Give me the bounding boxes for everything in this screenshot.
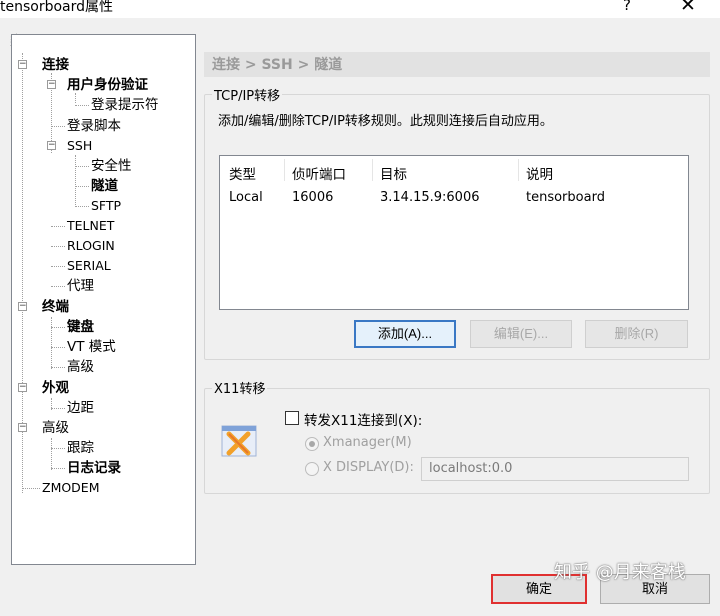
column-header-destination[interactable]: 目标	[380, 163, 407, 183]
tcpip-group-title: TCP/IP转移	[212, 85, 283, 104]
tree-item-terminal[interactable]: 终端	[42, 297, 69, 317]
tree-item-logging[interactable]: 日志记录	[67, 458, 121, 478]
xdisplay-label: X DISPLAY(D):	[323, 460, 414, 475]
tree-line	[75, 105, 89, 106]
tree-line	[51, 317, 52, 369]
tree-line	[51, 126, 65, 127]
tree-item-terminal-advanced[interactable]: 高级	[67, 357, 94, 377]
tree-item-ssh[interactable]: SSH	[67, 136, 92, 156]
column-header-listen-port[interactable]: 侦听端口	[292, 163, 346, 183]
xmanager-app-icon	[220, 422, 260, 460]
collapse-icon[interactable]: −	[47, 80, 56, 89]
edit-rule-button[interactable]: 编辑(E)...	[470, 320, 572, 348]
tree-line	[75, 155, 76, 207]
rule-port-cell[interactable]: 16006	[292, 190, 333, 205]
column-header-type[interactable]: 类型	[229, 163, 256, 183]
tree-item-login-script[interactable]: 登录脚本	[67, 116, 121, 136]
forwarding-rules-list[interactable]: 类型 侦听端口 目标 说明 Local 16006 3.14.15.9:6006…	[219, 155, 689, 310]
tree-item-tunneling[interactable]: 隧道	[91, 176, 118, 196]
tree-item-appearance[interactable]: 外观	[42, 378, 69, 398]
tree-item-trace[interactable]: 跟踪	[67, 438, 94, 458]
tree-item-vt-modes[interactable]: VT 模式	[67, 337, 116, 357]
rule-destination-cell[interactable]: 3.14.15.9:6006	[380, 190, 480, 205]
tree-item-user-auth[interactable]: 用户身份验证	[67, 75, 148, 95]
help-button[interactable]: ?	[623, 0, 631, 14]
close-button[interactable]: ✕	[680, 0, 696, 16]
xdisplay-input[interactable]: localhost:0.0	[421, 457, 689, 481]
breadcrumb: 连接 > SSH > 隧道	[204, 52, 710, 77]
collapse-icon[interactable]: −	[47, 141, 56, 150]
tree-item-telnet[interactable]: TELNET	[67, 216, 114, 236]
tree-line	[51, 367, 65, 368]
x11-group-title: X11转移	[212, 378, 268, 397]
tree-line	[51, 438, 52, 470]
column-separator	[372, 159, 373, 181]
tree-line	[51, 266, 65, 267]
forward-x11-checkbox[interactable]	[285, 411, 299, 425]
tree-item-zmodem[interactable]: ZMODEM	[42, 478, 100, 498]
collapse-icon[interactable]: −	[18, 302, 27, 311]
tree-item-margins[interactable]: 边距	[67, 398, 94, 418]
tree-line	[51, 448, 65, 449]
column-separator	[284, 159, 285, 181]
rule-type-cell[interactable]: Local	[229, 190, 263, 205]
tree-line	[75, 166, 89, 167]
tree-line	[22, 488, 40, 489]
watermark-text: 知乎 @月来客栈	[554, 562, 686, 583]
tree-item-advanced[interactable]: 高级	[42, 418, 69, 438]
collapse-icon[interactable]: −	[18, 383, 27, 392]
tree-item-proxy[interactable]: 代理	[67, 276, 94, 296]
xmanager-radio[interactable]	[305, 437, 319, 451]
delete-rule-button[interactable]: 删除(R)	[585, 320, 688, 348]
tree-item-security[interactable]: 安全性	[91, 156, 132, 176]
xdisplay-radio[interactable]	[305, 462, 319, 476]
collapse-icon[interactable]: −	[18, 60, 27, 69]
tree-line	[51, 327, 65, 328]
tree-line	[51, 246, 65, 247]
tree-item-login-prompts[interactable]: 登录提示符	[91, 95, 159, 115]
window-title: tensorboard属性	[0, 0, 114, 15]
tree-line	[51, 347, 65, 348]
tree-line	[51, 226, 65, 227]
tree-line	[51, 468, 65, 469]
collapse-icon[interactable]: −	[18, 423, 27, 432]
tree-line	[75, 206, 89, 207]
xmanager-label: Xmanager(M)	[323, 435, 412, 450]
tcpip-description: 添加/编辑/删除TCP/IP转移规则。此规则连接后自动应用。	[218, 114, 553, 129]
forward-x11-label: 转发X11连接到(X):	[304, 413, 423, 429]
tree-item-serial[interactable]: SERIAL	[67, 256, 111, 276]
add-rule-button[interactable]: 添加(A)...	[354, 320, 456, 348]
tree-item-connection[interactable]: 连接	[42, 55, 69, 75]
rule-description-cell[interactable]: tensorboard	[526, 190, 605, 205]
tree-item-rlogin[interactable]: RLOGIN	[67, 236, 115, 256]
tree-item-sftp[interactable]: SFTP	[91, 196, 121, 216]
tree-line	[51, 408, 65, 409]
tree-line	[51, 286, 65, 287]
tree-item-keyboard[interactable]: 键盘	[67, 317, 94, 337]
column-header-description[interactable]: 说明	[526, 163, 553, 183]
column-separator	[518, 159, 519, 181]
category-tree[interactable]: − 连接 − 用户身份验证 登录提示符 登录脚本 − SSH 安全性 隧道 SF…	[11, 34, 196, 565]
title-bar: tensorboard属性 ? ✕	[0, 0, 720, 18]
tree-line	[75, 186, 89, 187]
